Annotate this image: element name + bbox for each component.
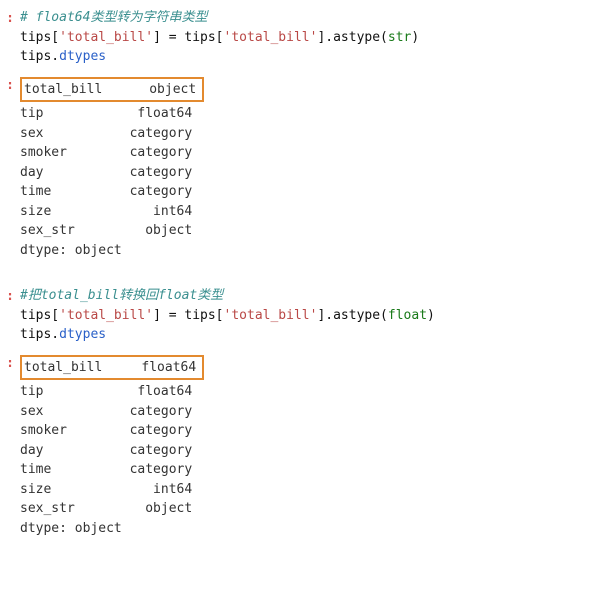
- output-rows: tip float64 sex category smoker category…: [20, 382, 608, 519]
- highlight-box: total_bill object: [20, 77, 204, 103]
- output-cell-2-body: total_bill float64 tip float64 sex categ…: [20, 353, 608, 539]
- code-string: 'total_bill': [59, 308, 153, 323]
- output-footer: dtype: object: [20, 519, 608, 539]
- code-cell-1-body: # float64类型转为字符串类型 tips['total_bill'] = …: [20, 8, 608, 67]
- spacer: [0, 264, 616, 282]
- output-highlight-row: total_bill float64: [24, 358, 196, 378]
- code-text: ] = tips[: [153, 30, 223, 45]
- output-highlight-row: total_bill object: [24, 80, 196, 100]
- code-text: tips[: [20, 30, 59, 45]
- notebook: : # float64类型转为字符串类型 tips['total_bill'] …: [0, 0, 616, 552]
- code-cell-2-code: #把total_bill转换回float类型 tips['total_bill'…: [20, 286, 608, 345]
- code-text: tips[: [20, 308, 59, 323]
- code-cell-2-body: #把total_bill转换回float类型 tips['total_bill'…: [20, 286, 608, 345]
- output-cell-2: : total_bill float64 tip float64 sex cat…: [0, 349, 616, 543]
- output-cell-1: : total_bill object tip float64 sex cate…: [0, 71, 616, 265]
- output-rows: tip float64 sex category smoker category…: [20, 104, 608, 241]
- code-text: ] = tips[: [153, 308, 223, 323]
- code-cell-1: : # float64类型转为字符串类型 tips['total_bill'] …: [0, 4, 616, 71]
- input-prompt: :: [0, 8, 20, 29]
- code-comment: # float64类型转为字符串类型: [20, 10, 207, 25]
- code-string: 'total_bill': [224, 30, 318, 45]
- code-text: ].astype(: [317, 308, 387, 323]
- output-prompt: :: [0, 75, 20, 96]
- code-string: 'total_bill': [224, 308, 318, 323]
- highlight-box: total_bill float64: [20, 355, 204, 381]
- code-cell-1-code: # float64类型转为字符串类型 tips['total_bill'] = …: [20, 8, 608, 67]
- code-text: ): [427, 308, 435, 323]
- output-prompt: :: [0, 353, 20, 374]
- code-text: ].astype(: [317, 30, 387, 45]
- code-text: tips.: [20, 49, 59, 64]
- input-prompt: :: [0, 286, 20, 307]
- code-attr: dtypes: [59, 327, 106, 342]
- code-string: 'total_bill': [59, 30, 153, 45]
- code-builtin: str: [388, 30, 411, 45]
- code-text: ): [411, 30, 419, 45]
- code-attr: dtypes: [59, 49, 106, 64]
- output-cell-1-body: total_bill object tip float64 sex catego…: [20, 75, 608, 261]
- code-builtin: float: [388, 308, 427, 323]
- output-footer: dtype: object: [20, 241, 608, 261]
- code-cell-2: : #把total_bill转换回float类型 tips['total_bil…: [0, 282, 616, 349]
- code-text: tips.: [20, 327, 59, 342]
- code-comment: #把total_bill转换回float类型: [20, 288, 223, 303]
